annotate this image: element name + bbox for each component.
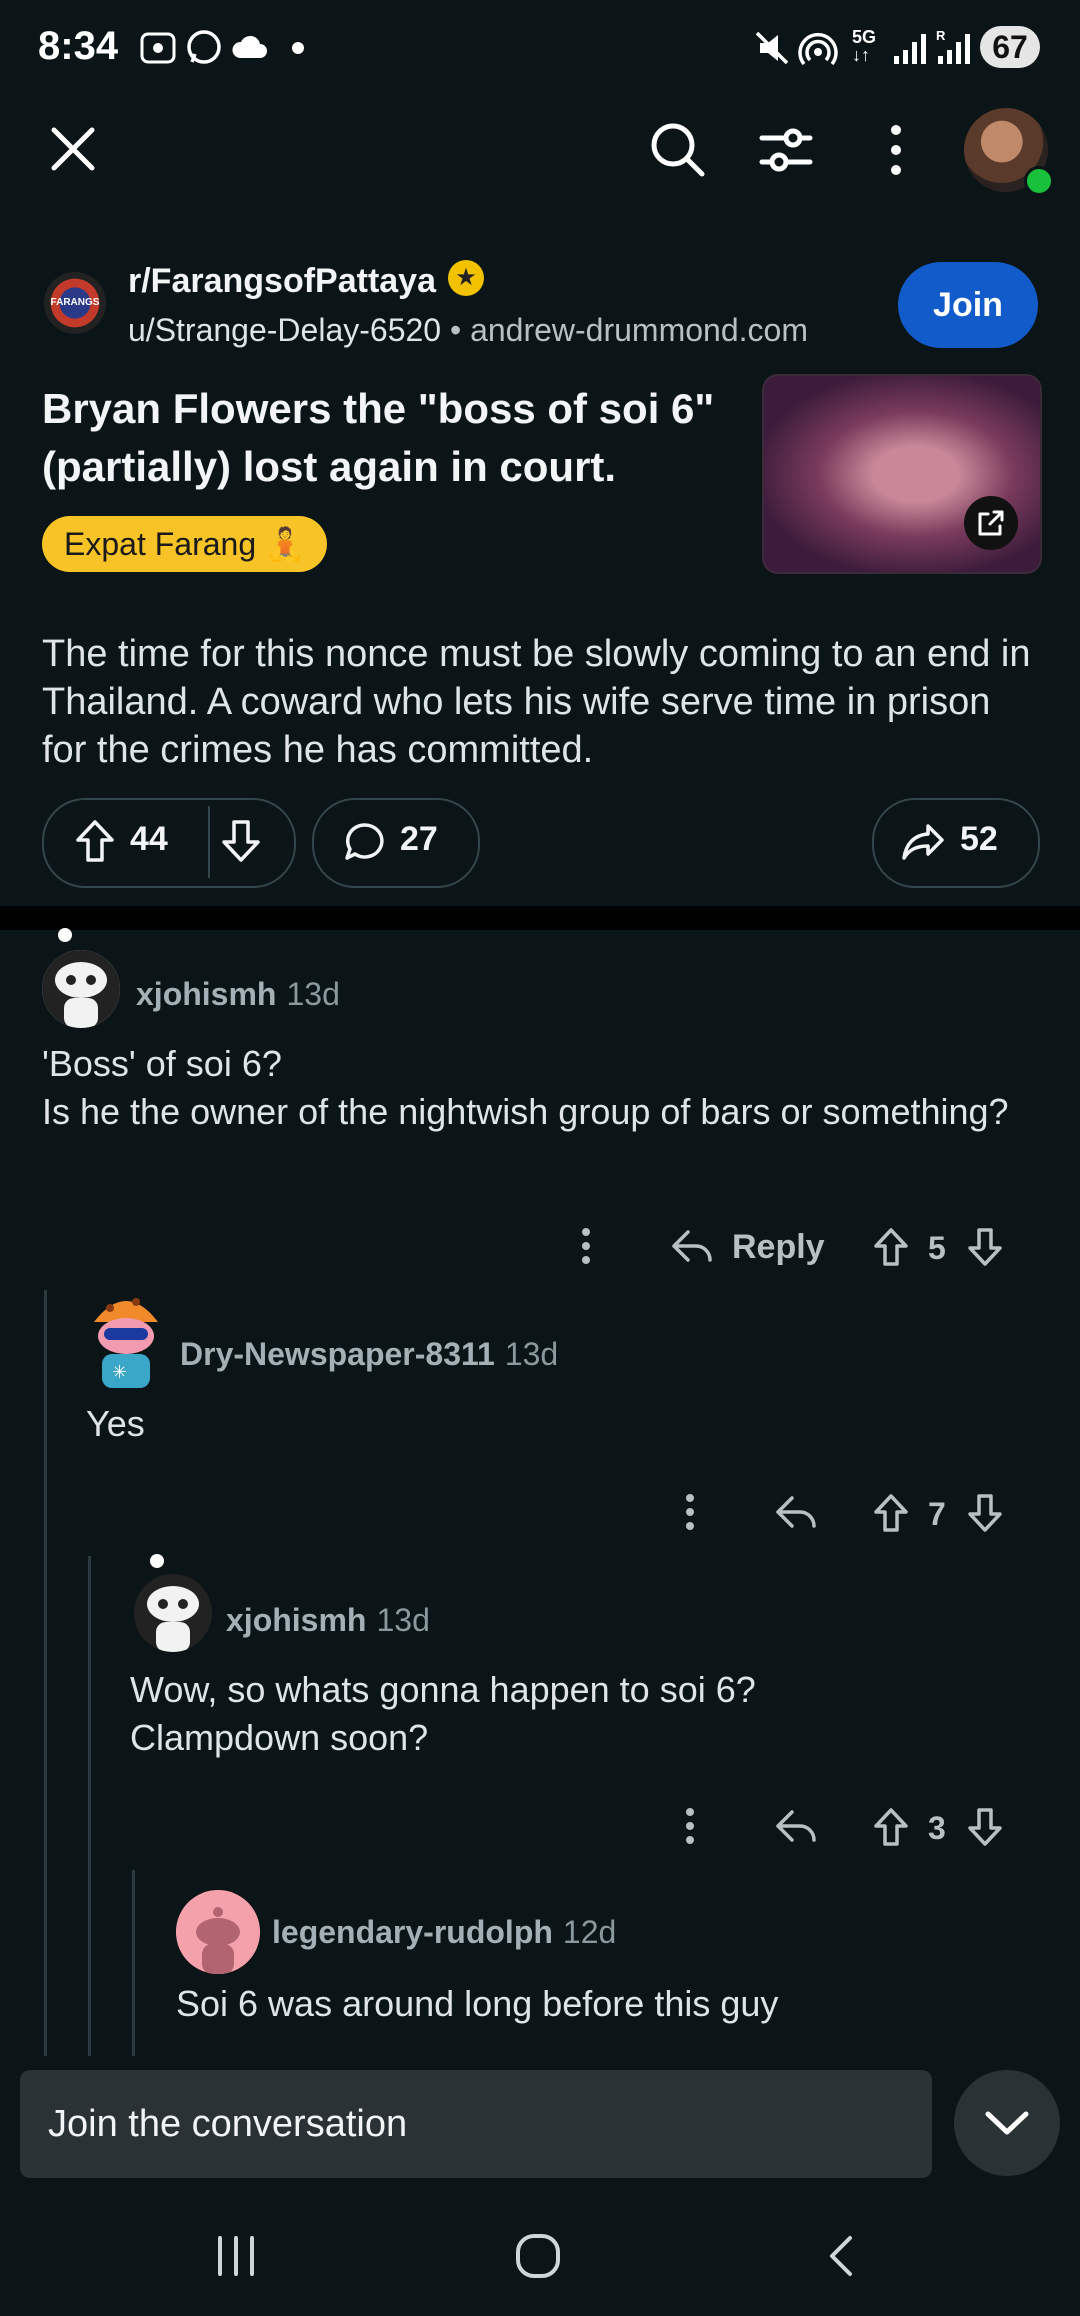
signal-roaming-icon: R bbox=[936, 28, 972, 66]
cloud-icon bbox=[230, 32, 270, 62]
sort-filter-icon[interactable] bbox=[758, 122, 814, 178]
recent-apps-icon[interactable] bbox=[214, 2234, 258, 2278]
comment-text: Wow, so whats gonna happen to soi 6? Cla… bbox=[130, 1669, 756, 1758]
share-icon bbox=[900, 820, 946, 864]
comment-more-icon[interactable] bbox=[680, 1806, 700, 1846]
post-author[interactable]: u/Strange-Delay-6520 bbox=[128, 312, 441, 348]
thread-line[interactable] bbox=[44, 1290, 47, 2056]
close-icon[interactable] bbox=[46, 122, 100, 176]
comment-avatar[interactable]: ✳ bbox=[86, 1286, 166, 1394]
comment-text: 'Boss' of soi 6? Is he the owner of the … bbox=[42, 1043, 1009, 1132]
comment-downvote-icon[interactable] bbox=[966, 1492, 1004, 1534]
comment-bubble-icon bbox=[342, 820, 386, 864]
mute-icon bbox=[752, 28, 792, 68]
upvote-icon[interactable] bbox=[74, 818, 116, 864]
comment-time: 13d bbox=[504, 1336, 559, 1372]
reply-icon[interactable] bbox=[670, 1226, 714, 1266]
more-options-icon[interactable] bbox=[880, 122, 912, 178]
comment-author[interactable]: Dry-Newspaper-8311 13d bbox=[180, 1336, 558, 1373]
snoo-antenna-icon bbox=[150, 1554, 164, 1568]
post-title: Bryan Flowers the "boss of soi 6" (parti… bbox=[42, 385, 715, 490]
collapse-button[interactable] bbox=[954, 2070, 1060, 2176]
comment-vote-count: 3 bbox=[928, 1810, 946, 1846]
home-icon[interactable] bbox=[514, 2232, 562, 2280]
comment-count: 27 bbox=[400, 820, 438, 858]
battery-indicator: 67 bbox=[980, 26, 1040, 68]
comment-time: 13d bbox=[376, 1602, 430, 1638]
back-icon[interactable] bbox=[822, 2232, 862, 2280]
vote-divider bbox=[208, 806, 210, 878]
svg-text:R: R bbox=[936, 28, 946, 43]
status-time: 8:34 bbox=[38, 24, 119, 68]
snoo-antenna-icon bbox=[58, 928, 72, 942]
post-flair[interactable]: Expat Farang 🧘 bbox=[42, 516, 327, 572]
5g-icon: 5G ↓↑ bbox=[852, 27, 877, 65]
comment-text: Soi 6 was around long before this guy bbox=[176, 1983, 779, 2024]
comment-avatar[interactable] bbox=[42, 950, 120, 1028]
whatsapp-icon bbox=[184, 28, 224, 68]
post-meta: u/Strange-Delay-6520 • andrew-drummond.c… bbox=[128, 312, 808, 349]
join-conversation-input[interactable]: Join the conversation bbox=[20, 2070, 932, 2178]
comment-downvote-icon[interactable] bbox=[966, 1226, 1004, 1268]
external-link-icon[interactable] bbox=[964, 496, 1018, 550]
reply-icon[interactable] bbox=[774, 1492, 818, 1532]
comment-more-icon[interactable] bbox=[680, 1492, 700, 1532]
gallery-notification-icon bbox=[138, 28, 178, 68]
comments-button[interactable] bbox=[312, 798, 480, 888]
comment-author[interactable]: xjohismh 13d bbox=[226, 1602, 430, 1639]
search-icon[interactable] bbox=[648, 120, 706, 178]
comment-upvote-icon[interactable] bbox=[872, 1806, 910, 1848]
comment-text: Yes bbox=[86, 1403, 145, 1444]
comment-time: 12d bbox=[562, 1914, 617, 1950]
thread-line[interactable] bbox=[88, 1556, 91, 2056]
subreddit-icon[interactable]: FARANGS PATTAYA bbox=[44, 272, 106, 334]
post-body: The time for this nonce must be slowly c… bbox=[42, 633, 1031, 771]
notification-dot-icon bbox=[292, 42, 304, 54]
comment-author[interactable]: xjohismh 13d bbox=[136, 976, 340, 1013]
svg-text:✳: ✳ bbox=[112, 1362, 127, 1383]
comment-time: 13d bbox=[286, 976, 340, 1012]
signal-icon bbox=[892, 30, 928, 66]
post-domain[interactable]: andrew-drummond.com bbox=[470, 312, 808, 348]
comment-upvote-icon[interactable] bbox=[872, 1226, 910, 1268]
comment-avatar[interactable] bbox=[134, 1574, 212, 1652]
reply-button[interactable]: Reply bbox=[732, 1228, 825, 1267]
meta-separator: • bbox=[449, 312, 462, 348]
comment-vote-count: 5 bbox=[928, 1230, 946, 1266]
star-badge-icon: ★ bbox=[448, 260, 484, 296]
comment-author[interactable]: legendary-rudolph 12d bbox=[272, 1914, 616, 1951]
thread-line[interactable] bbox=[132, 1870, 135, 2056]
share-count: 52 bbox=[960, 820, 998, 858]
comment-vote-count: 7 bbox=[928, 1496, 946, 1532]
join-button[interactable]: Join bbox=[898, 262, 1038, 348]
downvote-icon[interactable] bbox=[220, 818, 262, 864]
reply-icon[interactable] bbox=[774, 1806, 818, 1846]
hotspot-icon bbox=[798, 30, 838, 70]
online-status-dot bbox=[1024, 166, 1054, 196]
section-divider bbox=[0, 906, 1080, 930]
comment-downvote-icon[interactable] bbox=[966, 1806, 1004, 1848]
subreddit-name[interactable]: r/FarangsofPattaya bbox=[128, 262, 436, 301]
comment-avatar[interactable] bbox=[176, 1890, 260, 1974]
comment-upvote-icon[interactable] bbox=[872, 1492, 910, 1534]
upvote-count: 44 bbox=[130, 820, 168, 858]
comment-more-icon[interactable] bbox=[576, 1226, 596, 1266]
share-button[interactable] bbox=[872, 798, 1040, 888]
